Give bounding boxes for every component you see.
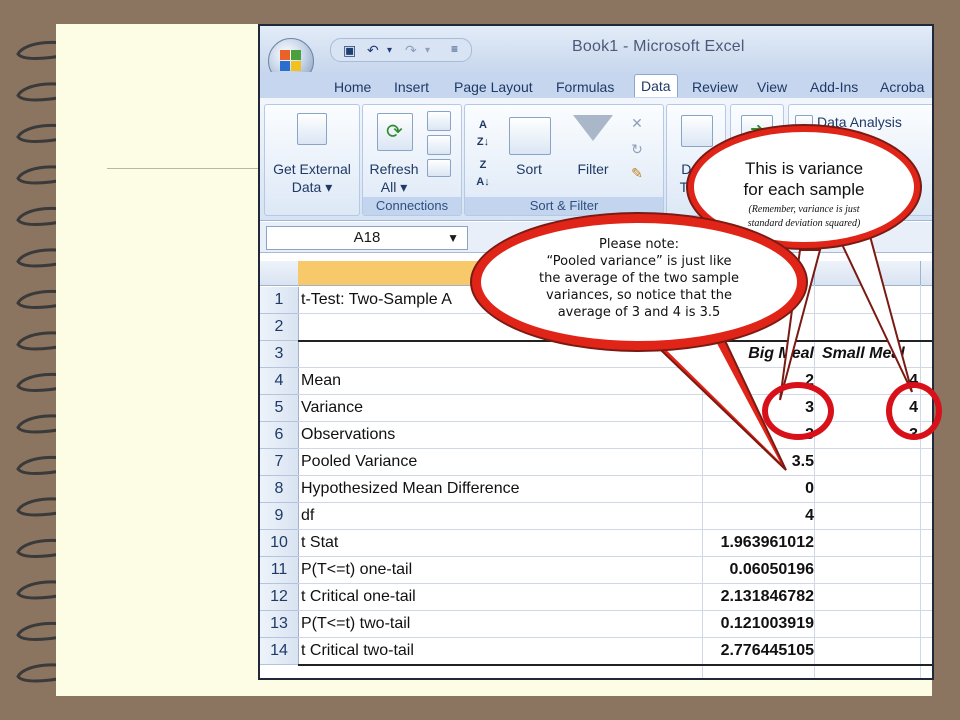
pooled-variance-callout: Please note: “Pooled variance” is just l…: [470, 212, 808, 352]
highlight-ring-small-meal-variance: [886, 382, 942, 440]
variance-callout-line-1: This is variance: [744, 159, 864, 178]
pooled-callout-line-1: Please note:: [599, 237, 679, 252]
pooled-callout-line-4: variances, so notice that the: [546, 288, 732, 303]
variance-callout-note-1: (Remember, variance is just: [748, 204, 860, 215]
variance-pointer-right: [838, 234, 913, 393]
pooled-callout-line-3: the average of the two sample: [538, 271, 740, 286]
callout-pointers: [637, 234, 913, 471]
pooled-callout-line-2: “Pooled variance” is just like: [546, 254, 732, 269]
pooled-callout-line-5: average of 3 and 4 is 3.5: [557, 305, 721, 320]
highlight-ring-big-meal-variance: [762, 382, 834, 440]
variance-callout-line-2: for each sample: [743, 180, 865, 199]
